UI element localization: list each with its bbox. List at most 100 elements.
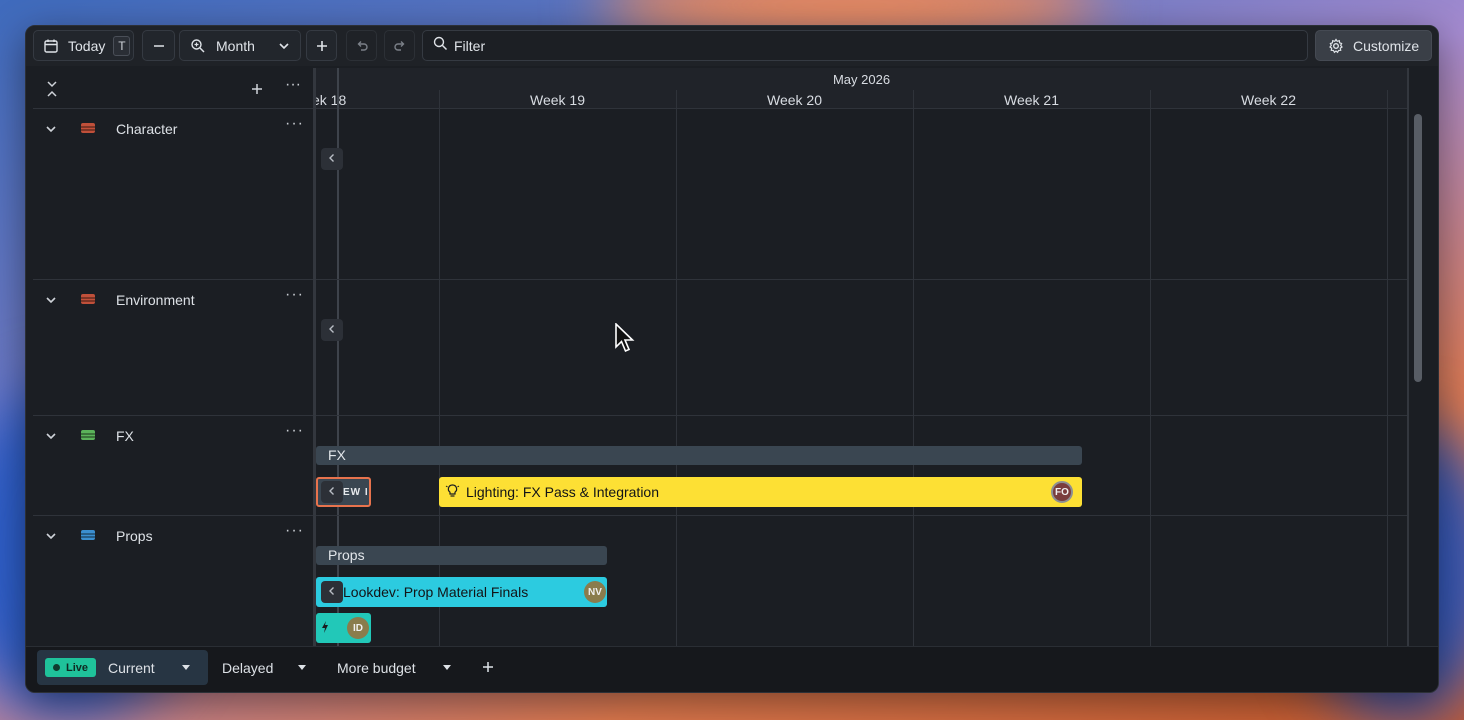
toolbar: Today T Month Filter Customize <box>26 26 1438 66</box>
live-label: Live <box>66 661 89 674</box>
timeline: May 2026 ek 18 Week 19 Week 20 Week 21 W… <box>316 68 1407 646</box>
redo-button[interactable] <box>384 30 415 61</box>
chevron-down-icon[interactable] <box>45 429 57 447</box>
fx-lighting-task-bar[interactable]: Lighting: FX Pass & Integration FO <box>439 477 1082 507</box>
zoom-level-select[interactable]: Month <box>179 30 301 61</box>
gear-icon <box>1328 37 1344 54</box>
add-view-button[interactable] <box>482 650 502 685</box>
zoom-icon <box>190 38 206 54</box>
today-button[interactable]: Today T <box>33 30 134 61</box>
month-label: May 2026 <box>832 72 891 87</box>
filter-field[interactable] <box>422 30 1308 61</box>
undo-icon <box>355 39 369 53</box>
props-lookdev-task-label: Lookdev: Prop Material Finals <box>343 584 529 600</box>
view-tab-label: Current <box>108 659 155 676</box>
customize-button[interactable]: Customize <box>1315 30 1432 61</box>
lightbulb-icon <box>445 483 460 501</box>
caret-down-icon[interactable] <box>298 665 306 670</box>
caret-down-icon[interactable] <box>443 665 451 670</box>
group-more-icon[interactable]: ··· <box>285 286 304 304</box>
group-color-icon <box>81 123 95 133</box>
fx-lighting-task-label: Lighting: FX Pass & Integration <box>466 484 659 500</box>
view-tab-label: Delayed <box>222 659 274 676</box>
chevron-down-icon[interactable] <box>45 293 57 311</box>
scroll-left-button[interactable] <box>321 581 343 603</box>
view-tabs-bar: Live Current Delayed More budget <box>26 646 1438 692</box>
week-label: Week 21 <box>1004 92 1059 108</box>
avatar[interactable]: NV <box>584 581 606 603</box>
chevron-left-icon <box>327 321 337 339</box>
view-tab-current[interactable]: Live Current <box>37 650 208 685</box>
mouse-cursor-icon <box>615 322 635 358</box>
timeline-header: May 2026 ek 18 Week 19 Week 20 Week 21 W… <box>316 68 1407 109</box>
scroll-left-button[interactable] <box>321 148 343 170</box>
caret-down-icon[interactable] <box>182 665 190 670</box>
view-tab-more-budget[interactable]: More budget <box>337 650 457 685</box>
group-color-icon <box>81 530 95 540</box>
search-icon <box>433 36 448 56</box>
view-tab-label: More budget <box>337 659 416 676</box>
minus-icon <box>153 40 165 52</box>
add-group-icon[interactable] <box>251 82 263 100</box>
undo-button[interactable] <box>346 30 377 61</box>
group-color-icon <box>81 294 95 304</box>
group-name: Environment <box>116 292 195 308</box>
chevron-down-icon[interactable] <box>45 122 57 140</box>
chevron-down-icon <box>278 40 290 52</box>
plus-icon <box>482 660 494 676</box>
week-label: Week 22 <box>1241 92 1296 108</box>
week-divider <box>676 90 677 646</box>
props-small-task-bar[interactable]: ID <box>316 613 371 643</box>
group-row-fx[interactable]: FX ··· <box>33 416 315 516</box>
group-row-character[interactable]: Character ··· <box>33 109 315 280</box>
zoom-in-button[interactable] <box>306 30 337 61</box>
scroll-left-button[interactable] <box>321 481 343 503</box>
fx-group-bar[interactable]: FX <box>316 446 1082 465</box>
collapse-all-icon[interactable] <box>45 80 59 103</box>
week-divider <box>913 90 914 646</box>
scroll-left-button[interactable] <box>321 319 343 341</box>
panel-more-icon[interactable]: ··· <box>285 76 301 94</box>
right-gutter <box>1407 68 1438 646</box>
group-color-icon <box>81 430 95 440</box>
today-shortcut: T <box>113 35 131 56</box>
row-divider <box>316 415 1407 416</box>
group-name: Props <box>116 528 153 544</box>
group-name: Character <box>116 121 178 137</box>
group-name: FX <box>116 428 134 444</box>
calendar-icon <box>43 38 59 54</box>
avatar[interactable]: ID <box>347 617 369 639</box>
chevron-down-icon[interactable] <box>45 529 57 547</box>
filter-input[interactable] <box>454 37 1254 54</box>
group-more-icon[interactable]: ··· <box>285 422 304 440</box>
zoom-out-button[interactable] <box>142 30 175 61</box>
fx-small-task-label: EW I <box>343 486 369 498</box>
group-row-props[interactable]: Props ··· <box>33 516 315 646</box>
plus-icon <box>316 40 328 52</box>
live-dot-icon <box>53 664 60 671</box>
group-panel: ··· Character ··· Environment ··· FX ···… <box>33 68 315 646</box>
row-divider <box>316 515 1407 516</box>
week-label: Week 19 <box>530 92 585 108</box>
props-lookdev-task-bar[interactable]: Lookdev: Prop Material Finals NV <box>316 577 607 607</box>
vertical-scrollbar[interactable] <box>1414 114 1422 382</box>
group-more-icon[interactable]: ··· <box>285 522 304 540</box>
customize-label: Customize <box>1353 37 1420 54</box>
chevron-left-icon <box>327 583 337 601</box>
week-divider <box>1387 90 1388 646</box>
group-more-icon[interactable]: ··· <box>285 115 304 133</box>
view-tab-delayed[interactable]: Delayed <box>222 650 318 685</box>
props-group-bar[interactable]: Props <box>316 546 607 565</box>
today-label: Today <box>68 37 106 54</box>
group-row-environment[interactable]: Environment ··· <box>33 280 315 416</box>
live-badge: Live <box>45 658 97 677</box>
lightning-icon <box>320 620 330 637</box>
row-divider <box>316 279 1407 280</box>
group-panel-header: ··· <box>33 68 315 109</box>
zoom-level-label: Month <box>216 37 255 54</box>
week-label: Week 20 <box>767 92 822 108</box>
week-divider <box>1150 90 1151 646</box>
avatar[interactable]: FO <box>1051 481 1073 503</box>
chevron-left-icon <box>327 150 337 168</box>
chevron-left-icon <box>327 483 337 501</box>
